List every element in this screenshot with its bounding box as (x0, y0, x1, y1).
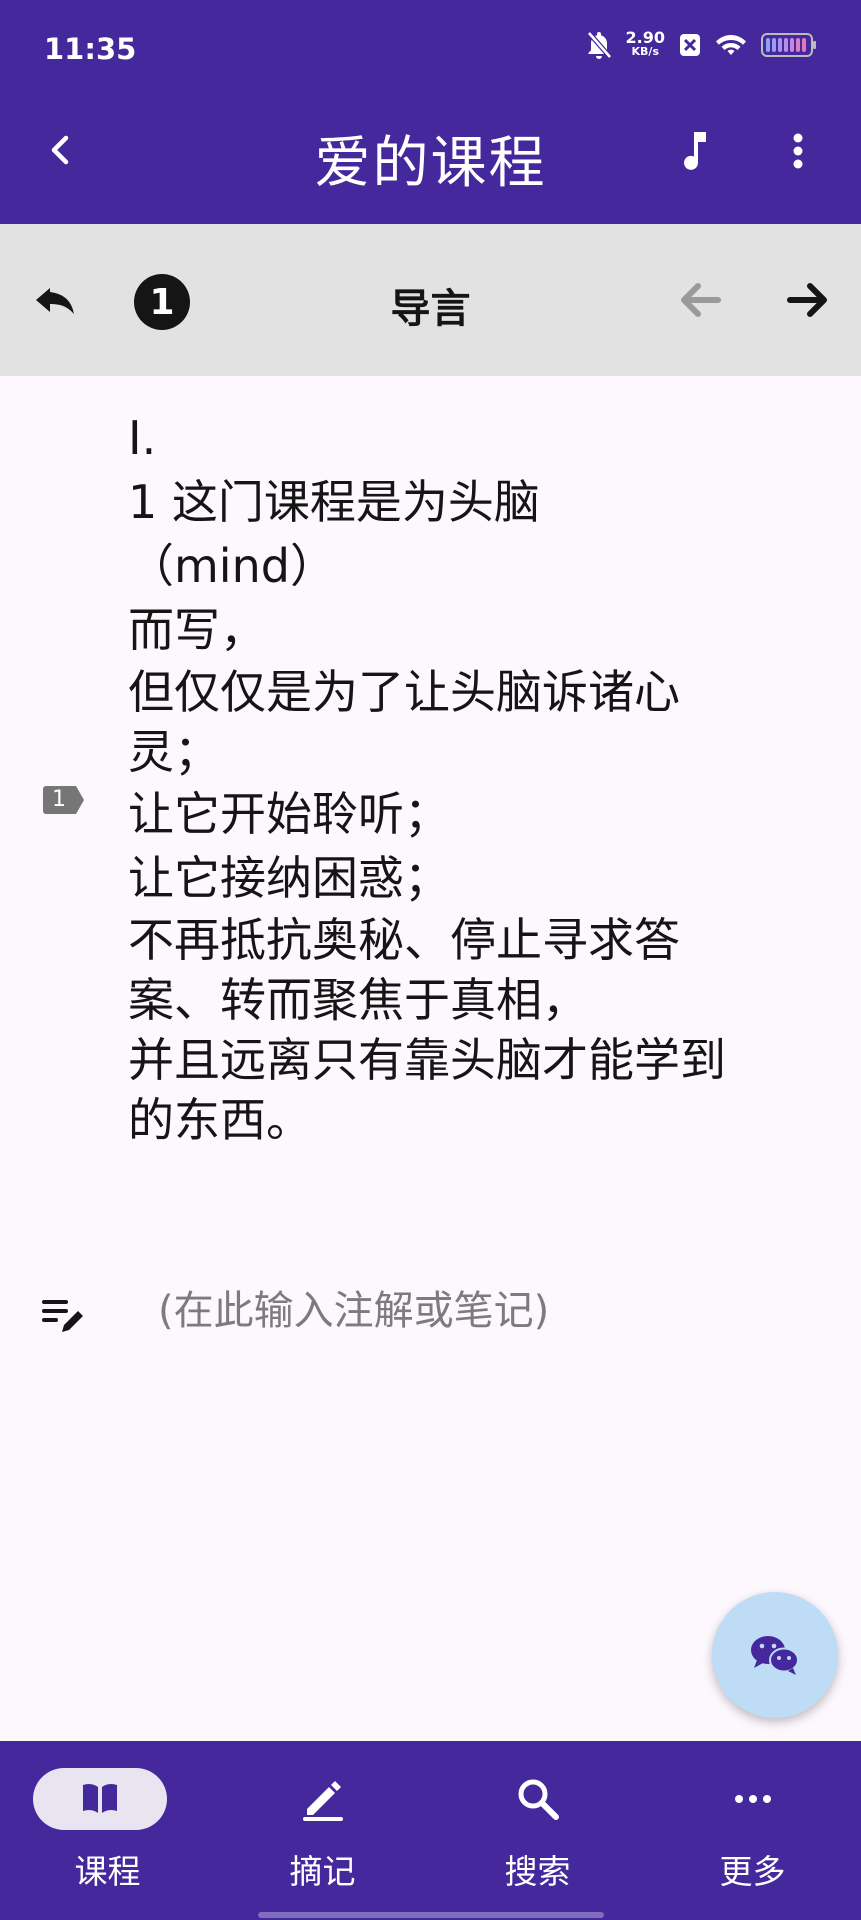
arrow-left-icon (681, 283, 721, 317)
chapter-number-badge[interactable]: 1 (134, 274, 190, 330)
arrow-right-icon (787, 283, 827, 317)
text-line: 1 这门课程是为头脑 (128, 475, 540, 529)
text-line: 让它接纳困惑； (128, 851, 450, 905)
net-speed-value: 2.90 (625, 28, 665, 47)
chapter-title: 导言 (390, 286, 471, 332)
net-speed: 2.90 KB/s (625, 28, 665, 59)
nav-item-search[interactable]: 搜索 (430, 1741, 645, 1891)
top-app-bar: 11:35 2.90 KB/s 爱的课程 (0, 0, 861, 224)
text-line: 而写， (128, 603, 266, 657)
wifi-icon (715, 33, 747, 57)
search-icon (510, 1771, 566, 1827)
more-horiz-icon (725, 1771, 781, 1827)
nav-item-more[interactable]: 更多 (645, 1741, 860, 1891)
text-line: 让它开始聆听； (128, 787, 450, 841)
nav-active-indicator (33, 1768, 167, 1830)
more-options-button[interactable] (780, 124, 816, 176)
undo-arrow-icon (36, 288, 74, 314)
nav-item-notes[interactable]: 摘记 (215, 1741, 430, 1891)
screen: 11:35 2.90 KB/s 爱的课程 1 导言 1 I. 1 这门课程是为头… (0, 0, 861, 1920)
home-indicator[interactable] (258, 1912, 604, 1918)
status-time: 11:35 (44, 32, 137, 66)
net-speed-unit: KB/s (631, 45, 659, 58)
text-line: 但仅仅是为了让头脑诉诸心灵； (128, 665, 680, 779)
paragraph-marker-number: 1 (52, 787, 66, 812)
chapter-toolbar: 1 导言 (0, 224, 861, 376)
nav-label: 更多 (719, 1852, 786, 1891)
note-button[interactable] (40, 1292, 86, 1338)
music-note-icon (684, 132, 706, 170)
text-line: 并且远离只有靠头脑才能学到的东西。 (128, 1033, 726, 1147)
page-title: 爱的课程 (314, 131, 547, 196)
paragraph-marker[interactable]: 1 (42, 784, 88, 816)
status-icons: 2.90 KB/s (586, 30, 817, 60)
bell-off-icon (586, 30, 612, 60)
book-icon (83, 1783, 117, 1813)
next-chapter-button[interactable] (780, 274, 836, 326)
previous-chapter-button[interactable] (672, 274, 728, 326)
text-line: I. (128, 411, 157, 465)
note-input[interactable] (158, 1274, 758, 1348)
more-vert-icon (793, 133, 803, 169)
wechat-fab[interactable] (712, 1592, 838, 1718)
lesson-text: I. 1 这门课程是为头脑 （mind） 而写， 但仅仅是为了让头脑诉诸心灵； … (128, 406, 748, 1150)
battery-icon (761, 32, 817, 58)
pencil-icon (295, 1771, 351, 1827)
bottom-navigation: 课程 摘记 搜索 更多 (0, 1741, 861, 1920)
nav-label: 摘记 (289, 1852, 356, 1891)
wechat-icon (751, 1636, 799, 1675)
music-button[interactable] (668, 124, 716, 176)
back-button[interactable] (36, 124, 88, 176)
text-line: （mind） (128, 539, 336, 593)
edit-note-icon (42, 1300, 83, 1332)
nav-label: 搜索 (504, 1852, 571, 1891)
nav-item-course[interactable]: 课程 (0, 1741, 215, 1891)
nav-label: 课程 (74, 1852, 141, 1891)
close-box-icon (679, 33, 701, 57)
return-button[interactable] (30, 274, 82, 326)
back-chevron-icon (51, 135, 69, 165)
text-line: 不再抵抗奥秘、停止寻求答案、转而聚焦于真相， (128, 913, 680, 1027)
